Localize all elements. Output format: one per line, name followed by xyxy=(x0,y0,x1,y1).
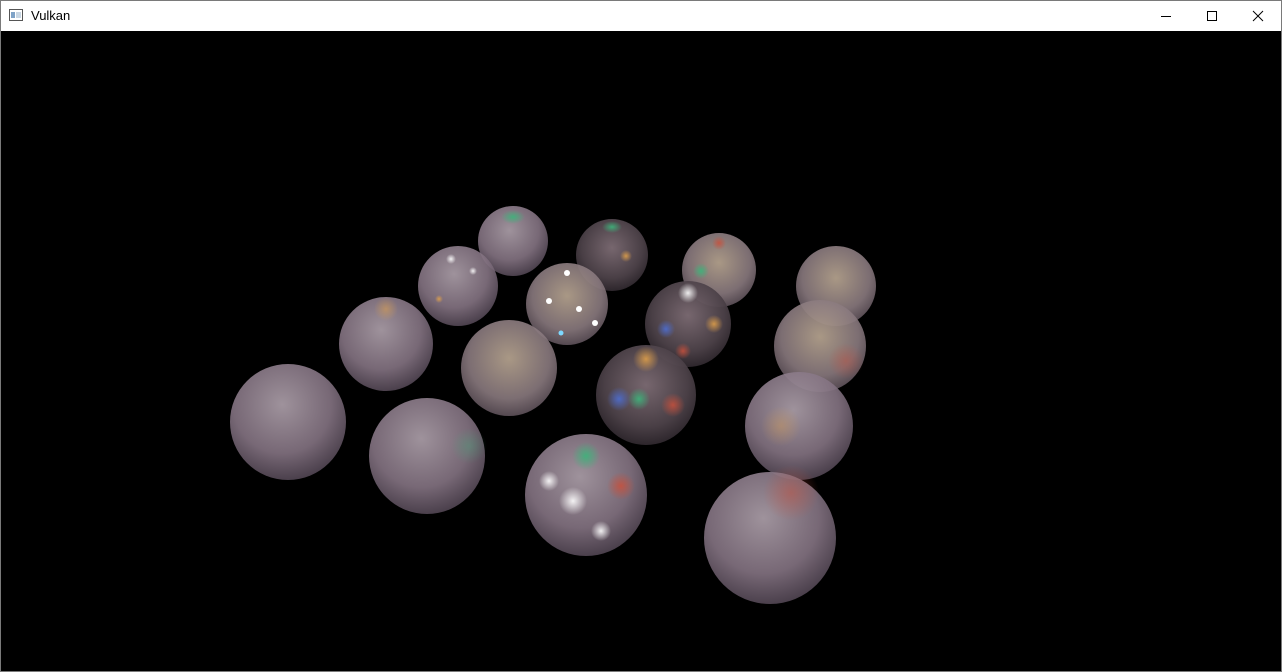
render-viewport[interactable] xyxy=(1,31,1281,671)
close-icon xyxy=(1252,10,1264,22)
sphere xyxy=(461,320,557,416)
title-bar[interactable]: Vulkan xyxy=(1,1,1281,31)
sphere xyxy=(525,434,647,556)
app-window-icon xyxy=(9,9,23,21)
window-title: Vulkan xyxy=(31,8,71,23)
vulkan-window: Vulkan xyxy=(0,0,1282,672)
maximize-button[interactable] xyxy=(1189,1,1235,31)
sphere xyxy=(339,297,433,391)
sphere xyxy=(418,246,498,326)
maximize-icon xyxy=(1207,11,1217,21)
close-button[interactable] xyxy=(1235,1,1281,31)
sphere xyxy=(596,345,696,445)
sphere xyxy=(745,372,853,480)
minimize-button[interactable] xyxy=(1143,1,1189,31)
minimize-icon xyxy=(1161,16,1171,17)
sphere xyxy=(230,364,346,480)
